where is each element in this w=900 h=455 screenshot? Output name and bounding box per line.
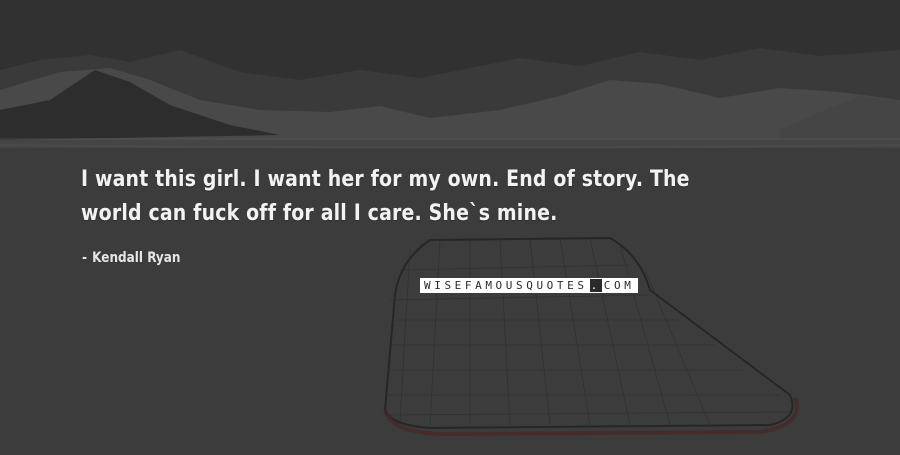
- quote-image: I want this girl. I want her for my own.…: [0, 0, 900, 455]
- author-name: Kendall Ryan: [92, 250, 181, 266]
- watermark-right: COM: [603, 279, 635, 292]
- quote-author: - Kendall Ryan: [82, 250, 180, 266]
- quote-text: I want this girl. I want her for my own.…: [81, 167, 690, 226]
- watermark-dot: .: [589, 279, 602, 292]
- author-prefix: -: [82, 250, 87, 266]
- watermark-logo: WISEFAMOUSQUOTES. COM: [420, 278, 639, 293]
- watermark-left: WISEFAMOUSQUOTES: [424, 279, 588, 292]
